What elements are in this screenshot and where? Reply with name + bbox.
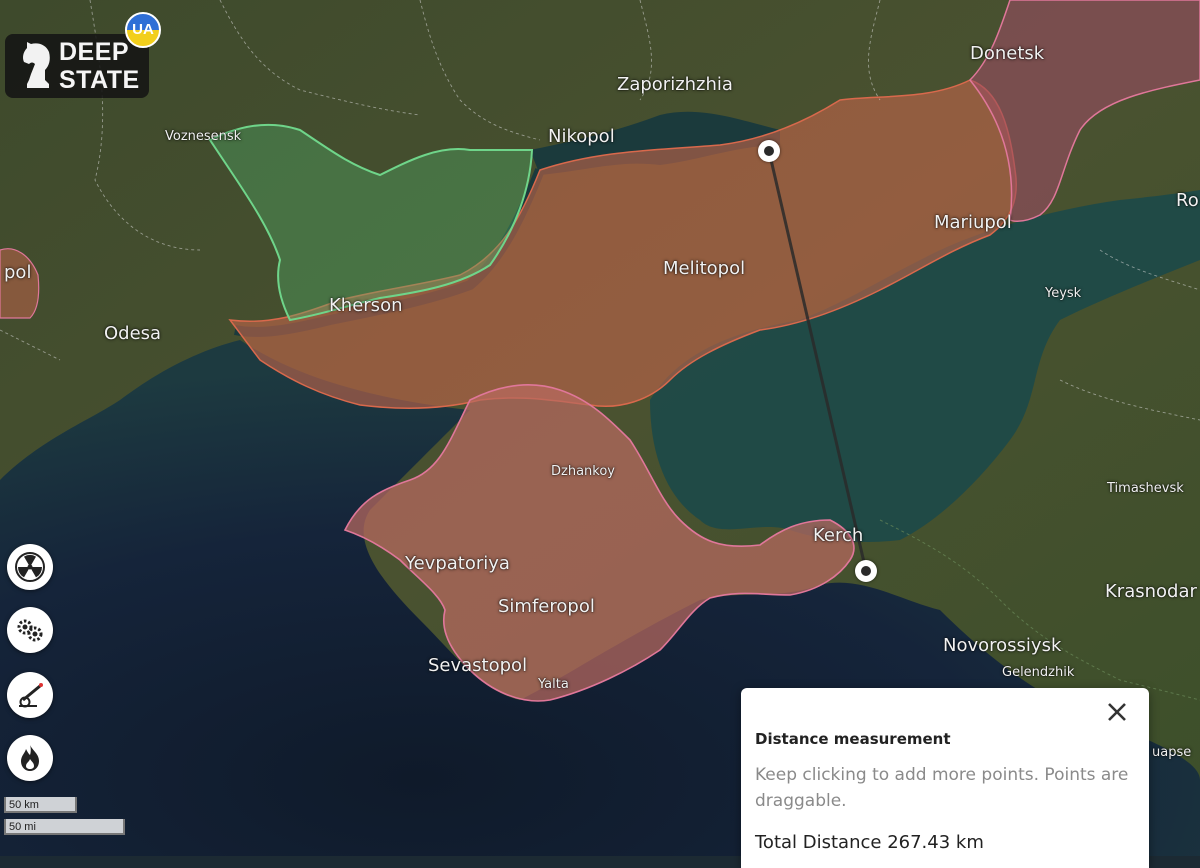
label-simferopol: Simferopol — [498, 596, 595, 617]
close-icon[interactable] — [1103, 698, 1131, 726]
label-odesa: Odesa — [104, 323, 162, 344]
radiation-button[interactable] — [7, 544, 53, 590]
scale-bar-mi: 50 mi — [4, 819, 125, 835]
measurement-point-start[interactable] — [758, 140, 780, 162]
logo-text-deep: DEEP — [59, 38, 130, 66]
label-melitopol: Melitopol — [663, 258, 746, 279]
ua-badge: UA — [125, 12, 161, 48]
artillery-button[interactable] — [7, 672, 53, 718]
label-yeysk: Yeysk — [1045, 286, 1082, 301]
total-distance: Total Distance 267.43 km — [755, 832, 984, 853]
label-gelendzhik: Gelendzhik — [1002, 665, 1075, 680]
label-novorossiysk: Novorossiysk — [943, 635, 1062, 656]
label-kerch: Kerch — [813, 525, 864, 546]
radiation-icon — [15, 552, 45, 582]
fire-button[interactable] — [7, 735, 53, 781]
label-nikopol: Nikopol — [548, 126, 615, 147]
distance-measurement-panel: Distance measurement Keep clicking to ad… — [741, 688, 1149, 868]
label-pol: pol — [4, 262, 32, 283]
label-sevastopol: Sevastopol — [428, 655, 528, 676]
label-voznesensk: Voznesensk — [165, 129, 242, 144]
artillery-icon — [19, 683, 43, 708]
label-uapse: uapse — [1152, 745, 1192, 760]
label-donetsk: Donetsk — [970, 43, 1045, 64]
measurement-point-end[interactable] — [855, 560, 877, 582]
logo-text-state: STATE — [59, 66, 140, 94]
label-kherson: Kherson — [329, 295, 403, 316]
knight-icon — [23, 42, 50, 88]
fire-icon — [21, 745, 39, 771]
label-ro: Ro — [1176, 190, 1199, 211]
gears-button[interactable] — [7, 607, 53, 653]
label-krasnodar: Krasnodar — [1105, 581, 1197, 602]
label-zaporizhzhia: Zaporizhzhia — [617, 74, 733, 95]
label-timashevsk: Timashevsk — [1107, 481, 1184, 496]
scale-bar-km: 50 km — [4, 797, 77, 813]
gears-icon — [17, 619, 43, 642]
label-yalta: Yalta — [538, 677, 569, 692]
deepstate-logo[interactable]: DEEP STATE — [5, 34, 149, 98]
label-dzhankoy: Dzhankoy — [551, 464, 615, 479]
measurement-description: Keep clicking to add more points. Points… — [755, 765, 1129, 811]
label-yevpatoriya: Yevpatoriya — [405, 553, 510, 574]
measurement-title: Distance measurement — [755, 730, 951, 748]
label-mariupol: Mariupol — [934, 212, 1012, 233]
